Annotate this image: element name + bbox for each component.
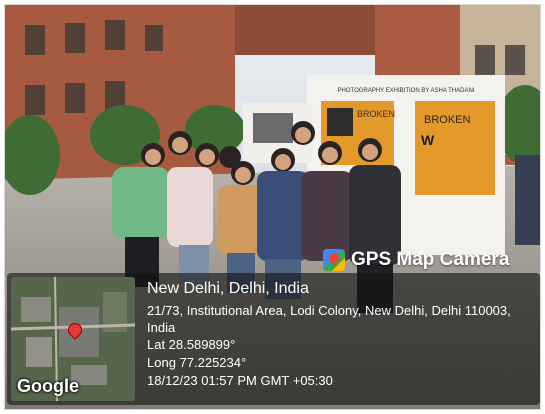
map-logo: Google xyxy=(17,376,79,396)
location-minimap: Google xyxy=(11,277,135,401)
longitude: Long 77.225234° xyxy=(147,355,247,370)
brand-label: GPS Map Camera xyxy=(351,249,510,270)
location-address: 21/73, Institutional Area, Lodi Colony, … xyxy=(147,303,511,335)
panel-right-title: BROKEN xyxy=(424,114,471,126)
panel-left-title: BROKEN xyxy=(357,109,395,119)
map-pin-camera-icon xyxy=(323,249,345,271)
photo-frame: PHOTOGRAPHY EXHIBITION BY ASHA THADANI B… xyxy=(4,4,541,410)
latitude: Lat 28.589899° xyxy=(147,337,236,352)
banner-text: PHOTOGRAPHY EXHIBITION BY ASHA THADANI xyxy=(338,88,475,94)
timestamp: 18/12/23 01:57 PM GMT +05:30 xyxy=(147,373,333,388)
panel-right-letter: W xyxy=(421,132,435,148)
gps-camera-brand: GPS Map Camera xyxy=(323,249,509,271)
location-info: New Delhi, Delhi, India 21/73, Instituti… xyxy=(147,279,539,390)
location-overlay: Google New Delhi, Delhi, India 21/73, In… xyxy=(7,273,540,405)
location-title: New Delhi, Delhi, India xyxy=(147,280,309,297)
